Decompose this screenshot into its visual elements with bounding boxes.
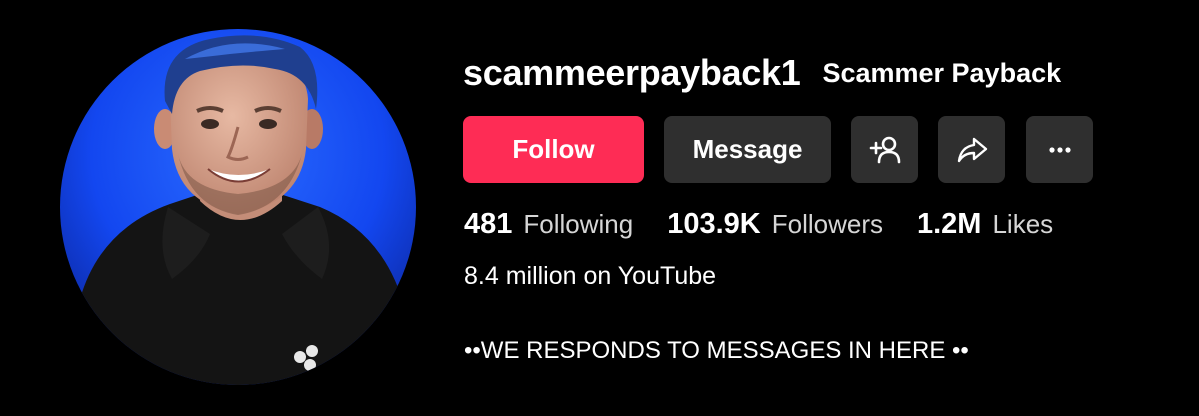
follow-button[interactable]: Follow [463,116,644,183]
more-icon [1048,146,1071,153]
profile-stats: 481 Following 103.9K Followers 1.2M Like… [464,203,1087,245]
message-button[interactable]: Message [664,116,831,183]
likes-count: 1.2M [916,207,982,240]
followers-label: Followers [771,208,883,239]
bio-line: 8.4 million on YouTube [464,262,717,290]
more-button[interactable] [1026,116,1093,183]
bio-line: ••WE RESPONDS TO MESSAGES IN HERE •• [464,337,969,364]
share-icon [957,137,987,162]
add-friend-icon [869,136,900,163]
display-name: Scammer Payback [822,57,1062,88]
share-button[interactable] [938,116,1005,183]
stat-likes: 1.2M Likes [917,208,1053,241]
following-count: 481 [464,207,513,240]
stat-following[interactable]: 481 Following [464,208,633,241]
stat-followers[interactable]: 103.9K Followers [667,208,883,241]
profile-photo [60,29,416,385]
profile-header: scammeerpayback1 Scammer Payback [463,50,1061,96]
followers-count: 103.9K [667,207,761,240]
following-label: Following [523,208,634,239]
username-handle: scammeerpayback1 [463,52,801,93]
avatar[interactable] [60,29,416,385]
add-friend-button[interactable] [851,116,918,183]
likes-label: Likes [992,208,1054,239]
